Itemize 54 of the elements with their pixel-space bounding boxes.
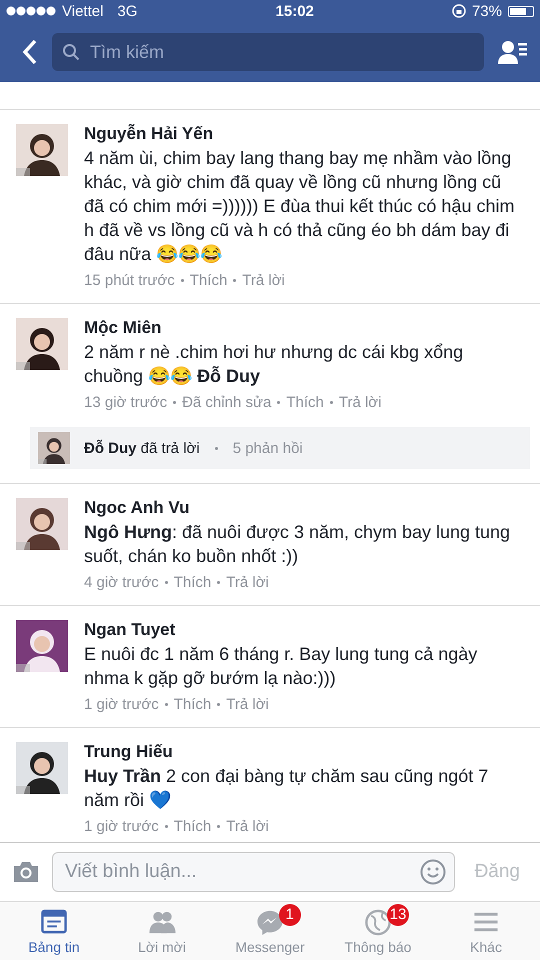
commenter-name[interactable]: Ngoc Anh Vu <box>84 498 524 518</box>
signal-icon <box>6 6 56 16</box>
reply-link[interactable]: Trả lời <box>226 574 269 591</box>
battery-icon <box>508 6 534 16</box>
comment-time: 4 giờ trước <box>84 574 159 591</box>
comment-text: Ngô Hưng: đã nuôi được 3 năm, chym bay lung tung suốt, chán ko buồn nhốt :)) <box>84 521 512 568</box>
like-link[interactable]: Thích <box>174 818 212 835</box>
comment-text: 2 năm r nè .chim hơi hư nhưng dc cái kbg xổng chuồng 😂😂 Đỗ Duy <box>84 341 464 388</box>
comment-time: 1 giờ trước <box>84 818 159 835</box>
tab[interactable]: Lời mời <box>108 902 216 960</box>
comment-text: E nuôi đc 1 năm 6 tháng r. Bay lung tung cả ngày nhma k gặp gỡ bướm lạ nào:))) <box>84 643 478 690</box>
tab[interactable]: Thông báo 13 <box>324 902 432 960</box>
clock: 15:02 <box>276 2 314 20</box>
back-icon[interactable] <box>22 39 38 65</box>
tab[interactable]: Messenger 1 <box>216 902 324 960</box>
commenter-name[interactable]: Trung Hiếu <box>84 742 524 762</box>
notification-badge: 13 <box>386 904 410 926</box>
reply-link[interactable]: Trả lời <box>242 272 285 289</box>
search-icon <box>62 43 80 61</box>
commenter-name[interactable]: Nguyễn Hải Yến <box>84 124 524 144</box>
like-link[interactable]: Thích <box>174 696 212 713</box>
post-button[interactable]: Đăng <box>466 861 528 883</box>
friend-list-icon[interactable] <box>498 39 528 65</box>
comment-time: 1 giờ trước <box>84 696 159 713</box>
tab[interactable]: Bảng tin <box>0 902 108 960</box>
network-type: 3G <box>117 2 138 20</box>
comment-text: 4 năm ùi, chim bay lang thang bay mẹ nhầm vào lồng khác, và giờ chim đã quay về lồng cũ nhưng lồng cũ đã có chim mới =)))))) E đùa thui kết thúc có hậu chim h đã về vs lồng cũ và h có thả cũng éo bh dám bay đi đâu nữa 😂😂😂 <box>84 147 516 266</box>
comment-field[interactable]: Viết bình luận... <box>63 860 420 884</box>
rotation-lock-icon <box>452 4 466 18</box>
like-link[interactable]: Thích <box>190 272 228 289</box>
commenter-name[interactable]: Ngan Tuyet <box>84 620 524 640</box>
commenter-name[interactable]: Mộc Miên <box>84 318 524 338</box>
reply-author-text: Đỗ Duy đã trả lời <box>84 440 200 456</box>
camera-icon[interactable] <box>12 861 40 883</box>
replies-summary[interactable]: Đỗ Duy đã trả lời 5 phản hồi <box>30 427 530 469</box>
reply-link[interactable]: Trả lời <box>226 818 269 835</box>
comment-time: 15 phút trước <box>84 272 175 289</box>
comment-bar[interactable]: Viết bình luận... <box>52 852 455 892</box>
comment-time: 13 giờ trước <box>84 394 168 411</box>
reply-count: 5 phản hồi <box>232 440 303 456</box>
comment-text: Huy Trần 2 con đại bàng tự chăm sau cũng ngót 7 năm rồi 💙 <box>84 765 490 812</box>
edited-label: Đã chỉnh sửa <box>182 394 272 411</box>
battery-percent: 73% <box>472 2 502 20</box>
reply-link[interactable]: Trả lời <box>338 394 382 411</box>
like-link[interactable]: Thích <box>174 574 212 591</box>
notification-badge: 1 <box>278 904 301 926</box>
tab[interactable]: Khác <box>432 902 540 960</box>
search-field[interactable]: Tìm kiếm <box>88 40 474 64</box>
news-feed-icon <box>39 908 69 936</box>
smiley-icon[interactable] <box>420 859 446 885</box>
reply-link[interactable]: Trả lời <box>226 696 269 713</box>
like-link[interactable]: Thích <box>286 394 324 411</box>
carrier-name: Viettel <box>62 2 104 20</box>
search-bar[interactable]: Tìm kiếm <box>52 33 484 71</box>
